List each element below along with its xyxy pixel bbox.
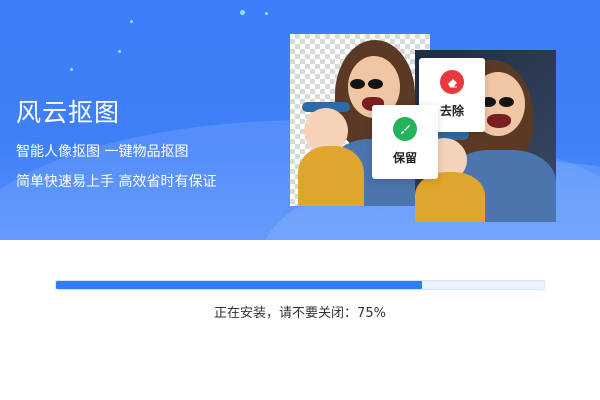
install-progress-bar <box>55 280 545 290</box>
decorative-dot <box>130 20 133 23</box>
decorative-dot <box>240 10 245 15</box>
tagline-primary: 智能人像抠图 一键物品抠图 <box>16 144 189 160</box>
app-title: 风云抠图 <box>16 98 121 127</box>
eraser-icon <box>440 70 464 94</box>
install-status-text: 正在安装，请不要关闭：75% <box>214 306 386 321</box>
keep-label: 保留 <box>392 151 417 165</box>
decorative-dot <box>265 12 268 15</box>
keep-foreground-button[interactable]: 保留 <box>372 105 438 179</box>
brush-icon <box>393 117 417 141</box>
install-progress-fill <box>56 281 422 289</box>
decorative-dot <box>118 50 121 53</box>
tagline-secondary: 简单快速易上手 高效省时有保证 <box>16 174 217 190</box>
header-banner: 风云抠图 智能人像抠图 一键物品抠图 简单快速易上手 高效省时有保证 去除 保留 <box>0 0 600 240</box>
decorative-dot <box>70 68 73 71</box>
